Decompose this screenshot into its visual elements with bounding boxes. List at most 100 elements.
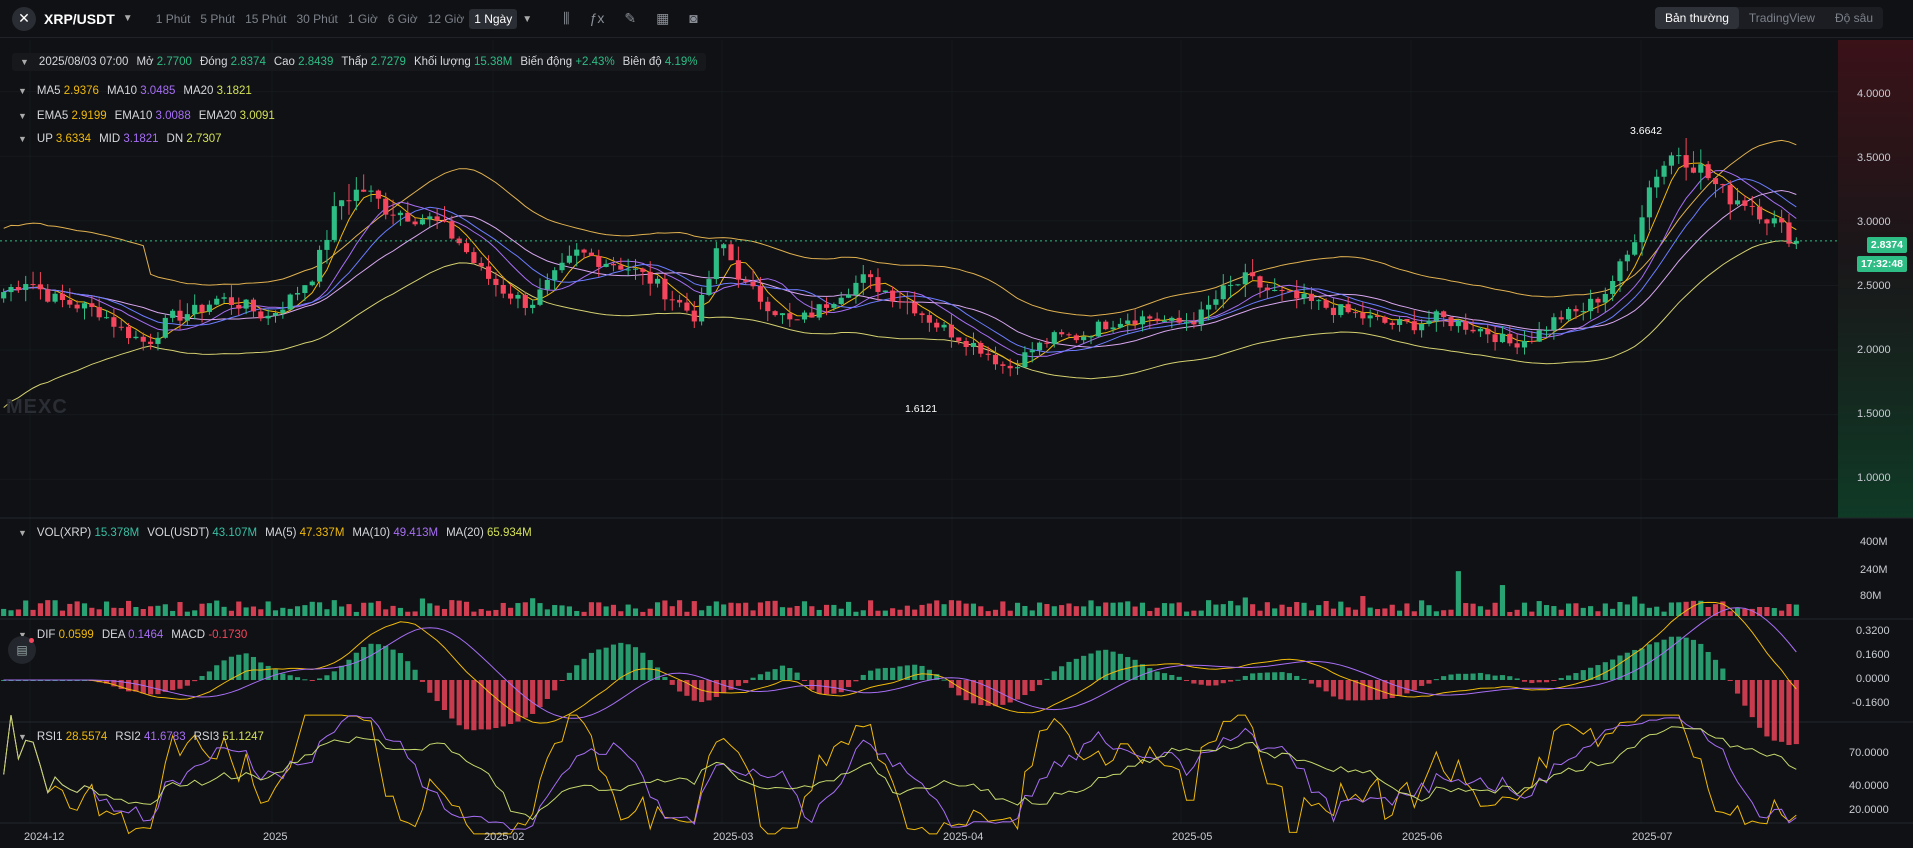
candle-body bbox=[1286, 290, 1292, 292]
boll-chevron-icon[interactable]: ▼ bbox=[18, 134, 27, 144]
macd-histogram-bar bbox=[383, 645, 389, 680]
candle-body bbox=[250, 299, 257, 312]
macd-legend: ▼ DIF 0.0599 DEA 0.1464 MACD -0.1730 bbox=[18, 629, 248, 641]
candle-body bbox=[625, 269, 631, 271]
candle-body bbox=[875, 277, 881, 292]
candle-body bbox=[765, 301, 771, 312]
volume-bar bbox=[1213, 604, 1219, 616]
macd-histogram-bar bbox=[1257, 672, 1263, 680]
candle-body bbox=[471, 252, 477, 263]
macd-histogram-bar bbox=[831, 680, 837, 694]
volume-bar bbox=[1463, 603, 1469, 616]
volume-bar bbox=[478, 609, 484, 616]
candle-body bbox=[419, 219, 426, 225]
macd-histogram-bar bbox=[566, 672, 572, 680]
volume-bar bbox=[265, 601, 271, 616]
vol-tick: 80M bbox=[1860, 590, 1882, 602]
volume-bar bbox=[640, 611, 646, 616]
macd-histogram-bar bbox=[1000, 680, 1006, 705]
candle-body bbox=[956, 337, 962, 341]
chat-float-button[interactable]: ▤ bbox=[8, 636, 36, 664]
candle-body bbox=[1624, 254, 1630, 262]
volume-bar bbox=[846, 601, 852, 616]
volume-bar bbox=[1404, 603, 1410, 616]
macd-histogram-bar bbox=[588, 652, 594, 680]
volume-bar bbox=[1044, 604, 1050, 616]
volume-bar bbox=[1250, 604, 1256, 616]
dif-line bbox=[3, 601, 1797, 724]
volume-bar bbox=[757, 602, 763, 616]
candle-body bbox=[1272, 289, 1278, 291]
candle-body bbox=[941, 324, 947, 328]
macd-histogram-bar bbox=[537, 680, 543, 708]
macd-histogram-bar bbox=[1169, 674, 1175, 680]
volume-bar bbox=[838, 608, 844, 616]
candle-body bbox=[287, 294, 293, 310]
candle-body bbox=[904, 301, 910, 303]
volume-bar bbox=[1668, 602, 1674, 616]
candle-body bbox=[339, 200, 345, 207]
macd-histogram-bar bbox=[809, 680, 815, 690]
price-axis-gradient bbox=[1838, 40, 1913, 518]
macd-histogram-bar bbox=[405, 661, 411, 680]
macd-tick: -0.1600 bbox=[1852, 697, 1890, 709]
volume-bar bbox=[1683, 601, 1689, 616]
candle-body bbox=[1183, 322, 1190, 324]
macd-histogram-bar bbox=[1433, 679, 1439, 681]
macd-histogram-bar bbox=[853, 680, 859, 682]
macd-histogram-bar bbox=[1220, 680, 1226, 684]
candle-body bbox=[1543, 330, 1550, 332]
volume-bar bbox=[23, 600, 29, 616]
ema-chevron-icon[interactable]: ▼ bbox=[18, 111, 27, 121]
candle-body bbox=[1441, 311, 1447, 318]
ohlc-legend: ▼ 2025/08/03 07:00 Mở 2.7700 Đóng 2.8374… bbox=[12, 53, 706, 71]
macd-histogram-bar bbox=[1712, 659, 1719, 680]
macd-histogram-bar bbox=[669, 680, 675, 685]
macd-histogram-bar bbox=[1529, 680, 1535, 684]
candle-body bbox=[1007, 365, 1013, 369]
candle-body bbox=[831, 303, 837, 308]
macd-histogram-bar bbox=[339, 665, 345, 680]
rsi-chevron-icon[interactable]: ▼ bbox=[18, 732, 27, 742]
x-tick: 2025-04 bbox=[943, 831, 984, 843]
macd-histogram-bar bbox=[1066, 661, 1072, 680]
macd-histogram-bar bbox=[250, 656, 257, 680]
volume-bar bbox=[1220, 604, 1226, 616]
macd-histogram-bar bbox=[397, 653, 403, 680]
volume-bar bbox=[103, 601, 110, 616]
price-tick: 1.5000 bbox=[1857, 408, 1891, 420]
volume-bar bbox=[1441, 610, 1447, 616]
macd-histogram-bar bbox=[1272, 672, 1278, 680]
macd-histogram-bar bbox=[1301, 678, 1307, 680]
volume-bar bbox=[1705, 606, 1711, 616]
volume-bar bbox=[500, 602, 506, 616]
volume-bar bbox=[1169, 603, 1175, 616]
volume-bar bbox=[493, 609, 499, 616]
volume-bar bbox=[706, 605, 712, 616]
volume-bar bbox=[1793, 604, 1799, 616]
candle-body bbox=[552, 270, 558, 281]
volume-bar bbox=[1073, 606, 1079, 616]
volume-bar bbox=[449, 600, 455, 616]
ma-chevron-icon[interactable]: ▼ bbox=[18, 86, 27, 96]
macd-histogram-bar bbox=[1683, 637, 1689, 680]
vol-chevron-icon[interactable]: ▼ bbox=[18, 528, 27, 538]
collapse-chevron-icon[interactable]: ▼ bbox=[20, 57, 29, 67]
chart-canvas[interactable] bbox=[0, 0, 1913, 848]
macd-histogram-bar bbox=[390, 649, 396, 680]
volume-bar bbox=[1419, 600, 1425, 616]
volume-bar bbox=[596, 602, 602, 616]
volume-bar bbox=[1389, 604, 1395, 616]
candle-body bbox=[1360, 312, 1366, 319]
volume-bar bbox=[258, 609, 264, 616]
candle-body bbox=[618, 265, 624, 270]
moving-averages bbox=[3, 162, 1797, 365]
volume-bar bbox=[243, 607, 249, 616]
volume-bar bbox=[1206, 600, 1212, 616]
candle-body bbox=[500, 285, 506, 294]
macd-histogram-bar bbox=[1345, 680, 1351, 701]
volume-bar bbox=[588, 602, 594, 616]
candle-body bbox=[1720, 184, 1726, 186]
candle-body bbox=[375, 190, 381, 199]
candle-body bbox=[441, 220, 448, 222]
